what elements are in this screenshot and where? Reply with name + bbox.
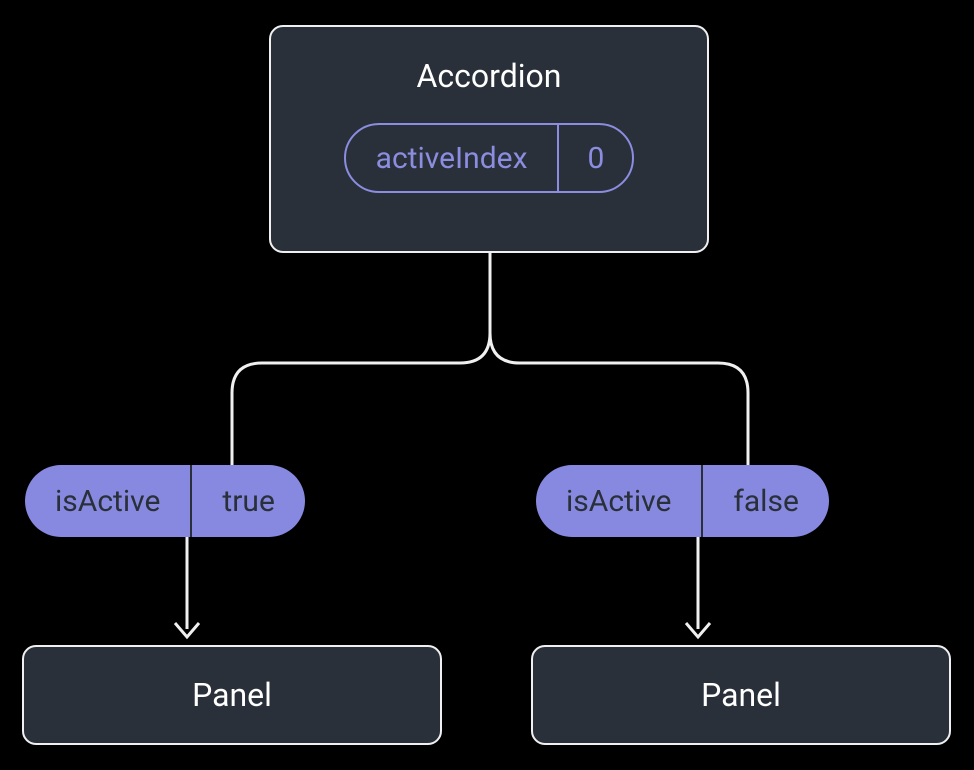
accordion-component-box: Accordion activeIndex 0	[269, 25, 709, 253]
state-pill: activeIndex 0	[344, 123, 635, 193]
prop-value-left: true	[190, 465, 304, 537]
panel-label-right: Panel	[701, 676, 781, 714]
prop-value-right: false	[701, 465, 828, 537]
prop-pill-right: isActive false	[536, 465, 829, 537]
prop-name-left: isActive	[25, 465, 190, 537]
panel-component-left: Panel	[22, 645, 442, 745]
prop-name-right: isActive	[536, 465, 701, 537]
prop-pill-left: isActive true	[25, 465, 305, 537]
arrow-down-icon	[167, 537, 207, 645]
state-value: 0	[557, 125, 632, 191]
accordion-title: Accordion	[417, 57, 562, 95]
panel-label-left: Panel	[192, 676, 272, 714]
panel-component-right: Panel	[531, 645, 951, 745]
component-tree-diagram: Accordion activeIndex 0 isActive true is…	[0, 0, 974, 770]
state-name: activeIndex	[346, 125, 558, 191]
arrow-down-icon	[678, 537, 718, 645]
tree-connector-lines	[222, 253, 758, 465]
